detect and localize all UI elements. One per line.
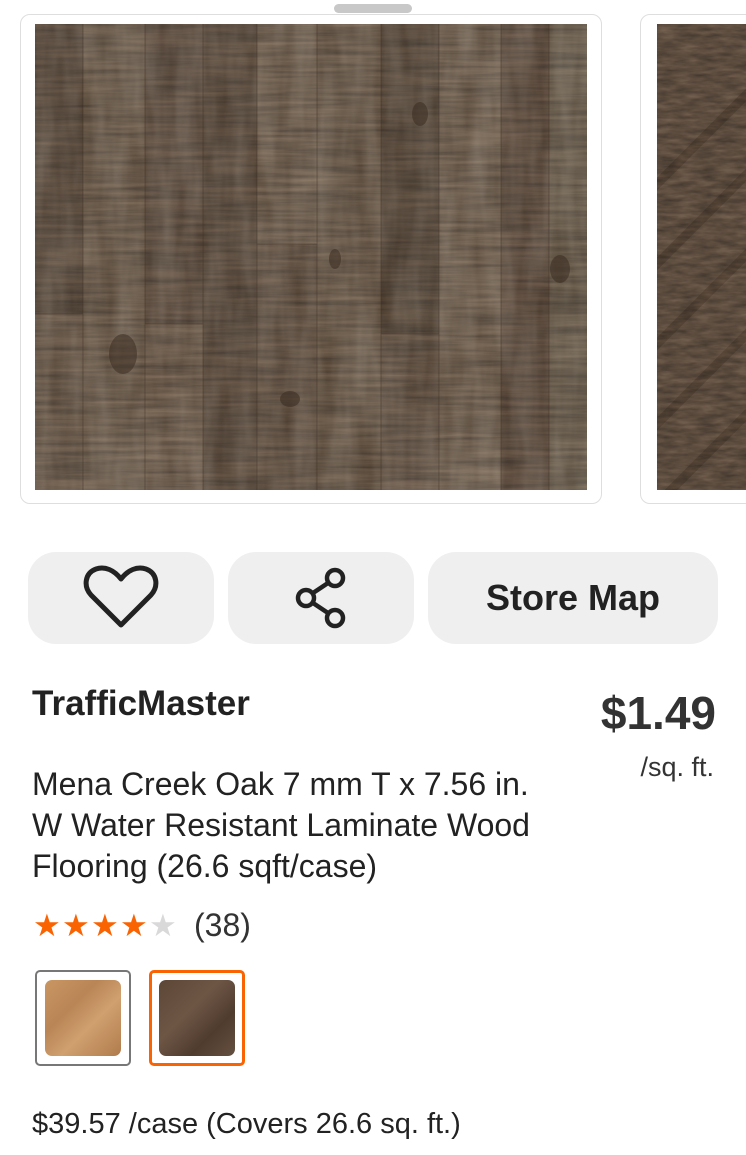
star-icon: ★ (120, 907, 148, 943)
favorite-button[interactable] (28, 552, 214, 644)
swatch-light-oak[interactable] (35, 970, 131, 1066)
brand-name[interactable]: TrafficMaster (32, 684, 250, 724)
rating[interactable]: ★ ★ ★ ★ ★ (38) (33, 906, 251, 944)
image-carousel[interactable] (0, 0, 746, 520)
swatch-chip (159, 980, 235, 1056)
star-icon: ★ (33, 907, 61, 943)
share-icon (295, 567, 346, 629)
product-title: Mena Creek Oak 7 mm T x 7.56 in. W Water… (32, 766, 530, 884)
share-button[interactable] (228, 552, 414, 644)
review-count[interactable]: (38) (194, 907, 251, 944)
case-price: $39.57 /case (Covers 26.6 sq. ft.) (32, 1108, 461, 1140)
star-empty-icon: ★ (149, 907, 177, 943)
store-map-label: Store Map (485, 577, 661, 618)
price-unit: /sq. ft. (640, 752, 714, 782)
product-image (35, 24, 587, 490)
swatch-chip (45, 980, 121, 1056)
swatch-mena-creek-oak[interactable] (149, 970, 245, 1066)
star-icon: ★ (62, 907, 90, 943)
next-image-card[interactable] (640, 14, 746, 504)
star-icon: ★ (91, 907, 119, 943)
action-row: Store Map (28, 552, 718, 644)
product-image-card[interactable] (20, 14, 602, 504)
next-product-image (657, 24, 746, 490)
store-map-button[interactable]: Store Map (428, 552, 718, 644)
heart-icon (83, 565, 159, 628)
price: $1.49 (600, 687, 716, 739)
